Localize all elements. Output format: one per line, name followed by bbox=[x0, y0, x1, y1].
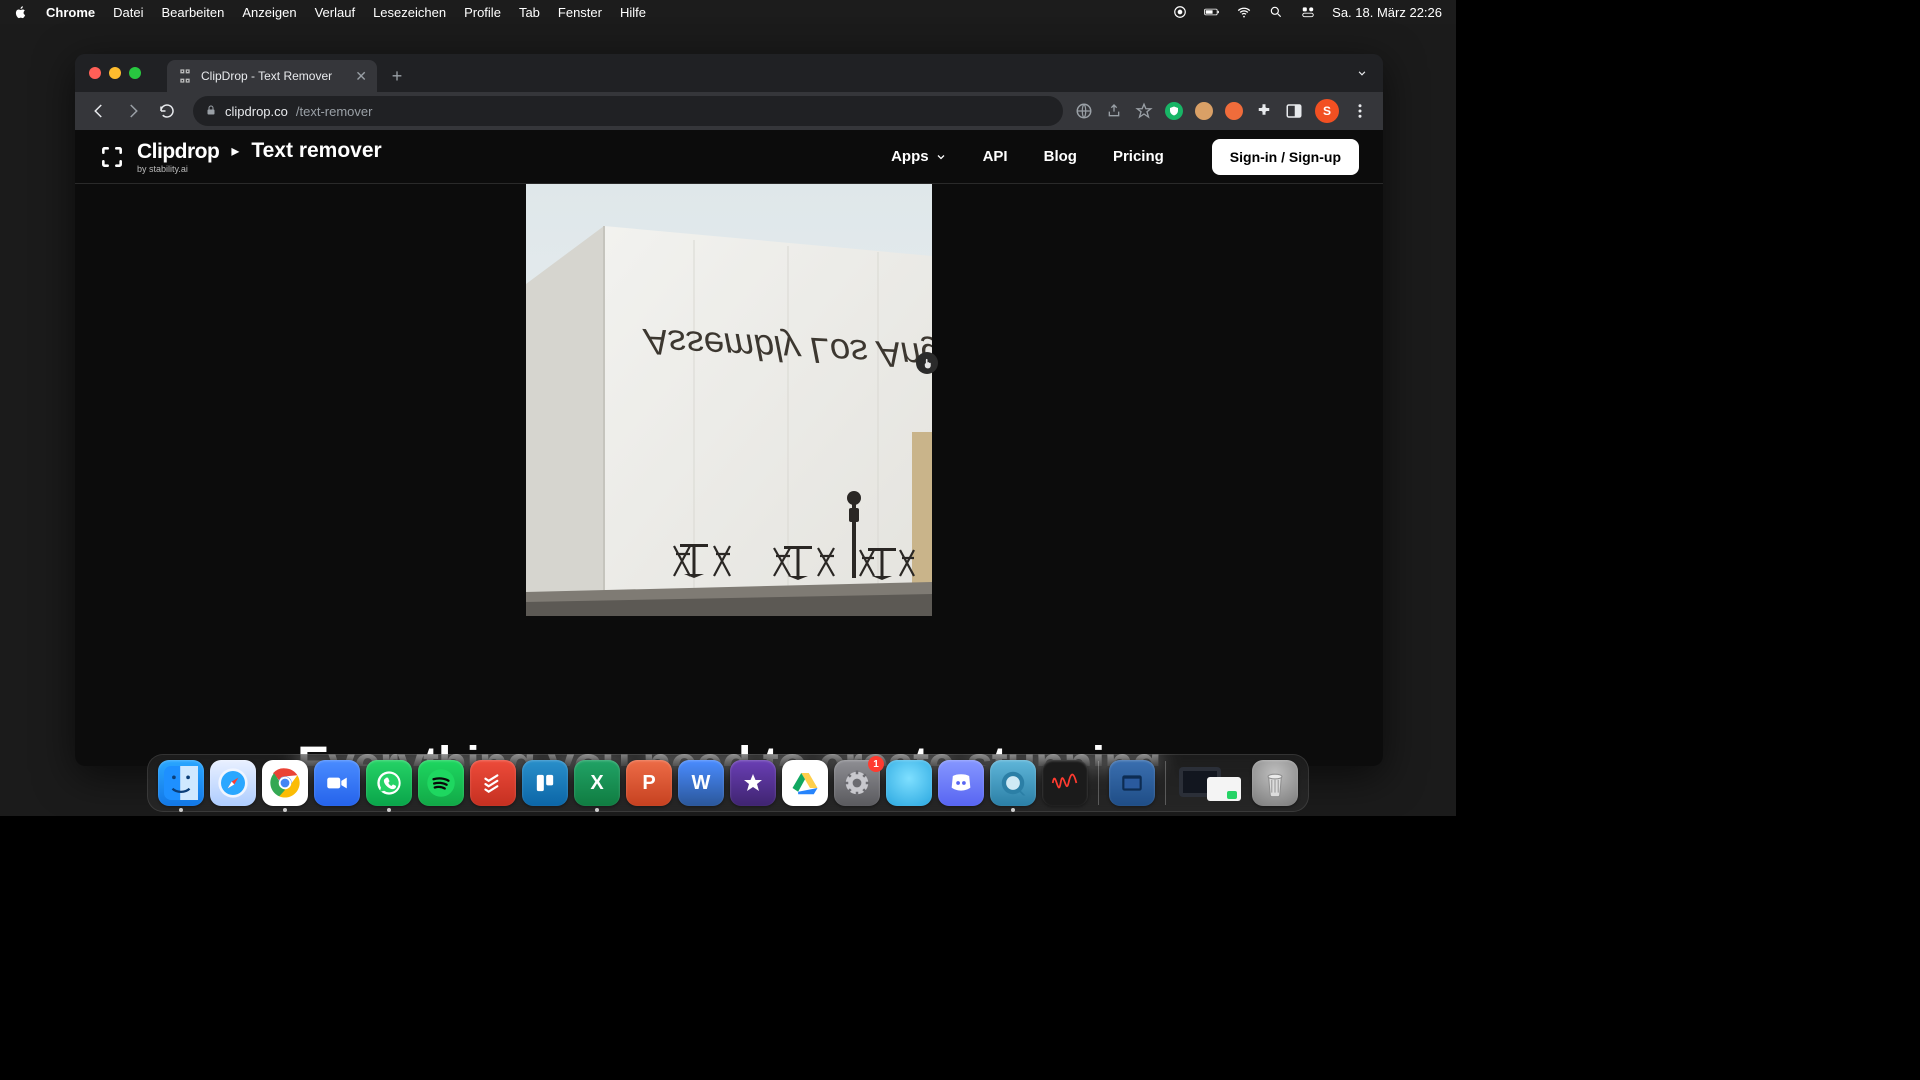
menu-app-name[interactable]: Chrome bbox=[46, 5, 95, 20]
menu-profile[interactable]: Profile bbox=[464, 5, 501, 20]
back-button[interactable] bbox=[85, 97, 113, 125]
reload-button[interactable] bbox=[153, 97, 181, 125]
macos-dock: XPW 1 bbox=[147, 754, 1309, 812]
extension-2-icon[interactable] bbox=[1195, 102, 1213, 120]
dock-separator bbox=[1165, 761, 1166, 805]
window-controls bbox=[89, 67, 141, 79]
menu-tab[interactable]: Tab bbox=[519, 5, 540, 20]
extensions-puzzle-icon[interactable] bbox=[1255, 102, 1273, 120]
extension-3-icon[interactable] bbox=[1225, 102, 1243, 120]
clipdrop-header: Clipdrop ▸ Text remover by stability.ai … bbox=[75, 130, 1383, 184]
dock-app-voice-memos[interactable] bbox=[1042, 760, 1088, 806]
dock-app-spotify[interactable] bbox=[418, 760, 464, 806]
signin-button[interactable]: Sign-in / Sign-up bbox=[1212, 139, 1359, 175]
dock-app-quicktime[interactable] bbox=[990, 760, 1036, 806]
demo-image[interactable]: Assembly Los Angeles bbox=[526, 184, 932, 616]
tool-name: Text remover bbox=[251, 139, 381, 163]
tab-title: ClipDrop - Text Remover bbox=[201, 69, 332, 83]
nav-pricing[interactable]: Pricing bbox=[1113, 148, 1164, 165]
dock-app-chrome[interactable] bbox=[262, 760, 308, 806]
nav-apps[interactable]: Apps bbox=[891, 148, 947, 165]
minimize-window-button[interactable] bbox=[109, 67, 121, 79]
macos-menubar: Chrome Datei Bearbeiten Anzeigen Verlauf… bbox=[0, 0, 1456, 24]
menu-lesezeichen[interactable]: Lesezeichen bbox=[373, 5, 446, 20]
menubar-datetime[interactable]: Sa. 18. März 22:26 bbox=[1332, 5, 1442, 20]
address-bar[interactable]: clipdrop.co/text-remover bbox=[193, 96, 1063, 126]
menu-hilfe[interactable]: Hilfe bbox=[620, 5, 646, 20]
dock-app-settings[interactable]: 1 bbox=[834, 760, 880, 806]
nav-blog[interactable]: Blog bbox=[1044, 148, 1077, 165]
breadcrumb-separator-icon: ▸ bbox=[231, 141, 239, 161]
tab-favicon-icon bbox=[177, 68, 193, 84]
dock-app-zoom[interactable] bbox=[314, 760, 360, 806]
brand-name: Clipdrop bbox=[137, 141, 219, 162]
dock-app-discord[interactable] bbox=[938, 760, 984, 806]
dock-app-powerpoint[interactable]: P bbox=[626, 760, 672, 806]
menu-anzeigen[interactable]: Anzeigen bbox=[242, 5, 296, 20]
translate-icon[interactable] bbox=[1075, 102, 1093, 120]
cursor-hand-icon bbox=[916, 352, 938, 374]
clipdrop-main: Assembly Los Angeles bbox=[75, 184, 1383, 766]
tabs-overflow-icon[interactable] bbox=[1355, 66, 1369, 85]
screen-record-icon[interactable] bbox=[1172, 5, 1188, 19]
dock-app-finder[interactable] bbox=[158, 760, 204, 806]
close-window-button[interactable] bbox=[89, 67, 101, 79]
tab-close-icon[interactable]: ✕ bbox=[355, 68, 367, 85]
brand-subtitle: by stability.ai bbox=[137, 164, 382, 174]
chrome-menu-icon[interactable] bbox=[1351, 102, 1369, 120]
menu-bearbeiten[interactable]: Bearbeiten bbox=[161, 5, 224, 20]
dock-separator bbox=[1098, 761, 1099, 805]
forward-button[interactable] bbox=[119, 97, 147, 125]
control-center-icon[interactable] bbox=[1300, 5, 1316, 19]
nav-apps-label: Apps bbox=[891, 148, 929, 165]
tabstrip: ClipDrop - Text Remover ✕ + bbox=[75, 54, 1383, 92]
url-path: /text-remover bbox=[296, 104, 373, 119]
dock-app-google-drive[interactable] bbox=[782, 760, 828, 806]
menu-fenster[interactable]: Fenster bbox=[558, 5, 602, 20]
toolbar-extensions: S bbox=[1075, 99, 1373, 123]
new-tab-button[interactable]: + bbox=[383, 62, 411, 90]
dock-app-sky[interactable] bbox=[886, 760, 932, 806]
dock-app-safari[interactable] bbox=[210, 760, 256, 806]
desktop: ClipDrop - Text Remover ✕ + clipdrop.co/… bbox=[0, 24, 1456, 816]
wifi-icon[interactable] bbox=[1236, 5, 1252, 19]
dock-app-trello[interactable] bbox=[522, 760, 568, 806]
maximize-window-button[interactable] bbox=[129, 67, 141, 79]
dock-trash[interactable] bbox=[1252, 760, 1298, 806]
adguard-extension-icon[interactable] bbox=[1165, 102, 1183, 120]
browser-toolbar: clipdrop.co/text-remover S bbox=[75, 92, 1383, 130]
dock-app-excel[interactable]: X bbox=[574, 760, 620, 806]
dock-app-whatsapp[interactable] bbox=[366, 760, 412, 806]
url-domain: clipdrop.co bbox=[225, 104, 288, 119]
chrome-window: ClipDrop - Text Remover ✕ + clipdrop.co/… bbox=[75, 54, 1383, 766]
dock-stack[interactable] bbox=[1176, 760, 1246, 806]
browser-tab[interactable]: ClipDrop - Text Remover ✕ bbox=[167, 60, 377, 92]
share-icon[interactable] bbox=[1105, 102, 1123, 120]
demo-image-svg: Assembly Los Angeles bbox=[526, 184, 932, 616]
dock-app-word[interactable]: W bbox=[678, 760, 724, 806]
battery-icon[interactable] bbox=[1204, 5, 1220, 19]
page-viewport: Clipdrop ▸ Text remover by stability.ai … bbox=[75, 130, 1383, 766]
apple-icon[interactable] bbox=[14, 5, 28, 19]
nav-api[interactable]: API bbox=[983, 148, 1008, 165]
dock-app-todoist[interactable] bbox=[470, 760, 516, 806]
menu-verlauf[interactable]: Verlauf bbox=[315, 5, 355, 20]
search-icon[interactable] bbox=[1268, 5, 1284, 19]
clipdrop-logo-icon bbox=[99, 144, 125, 170]
dock-downloads[interactable] bbox=[1109, 760, 1155, 806]
sidepanel-icon[interactable] bbox=[1285, 102, 1303, 120]
lock-icon bbox=[205, 103, 217, 120]
profile-avatar[interactable]: S bbox=[1315, 99, 1339, 123]
menu-datei[interactable]: Datei bbox=[113, 5, 143, 20]
dock-app-imovie[interactable] bbox=[730, 760, 776, 806]
clipdrop-brand[interactable]: Clipdrop ▸ Text remover by stability.ai bbox=[99, 139, 382, 174]
bookmark-star-icon[interactable] bbox=[1135, 102, 1153, 120]
chevron-down-icon bbox=[935, 151, 947, 163]
clipdrop-nav: Apps API Blog Pricing Sign-in / Sign-up bbox=[891, 139, 1359, 175]
